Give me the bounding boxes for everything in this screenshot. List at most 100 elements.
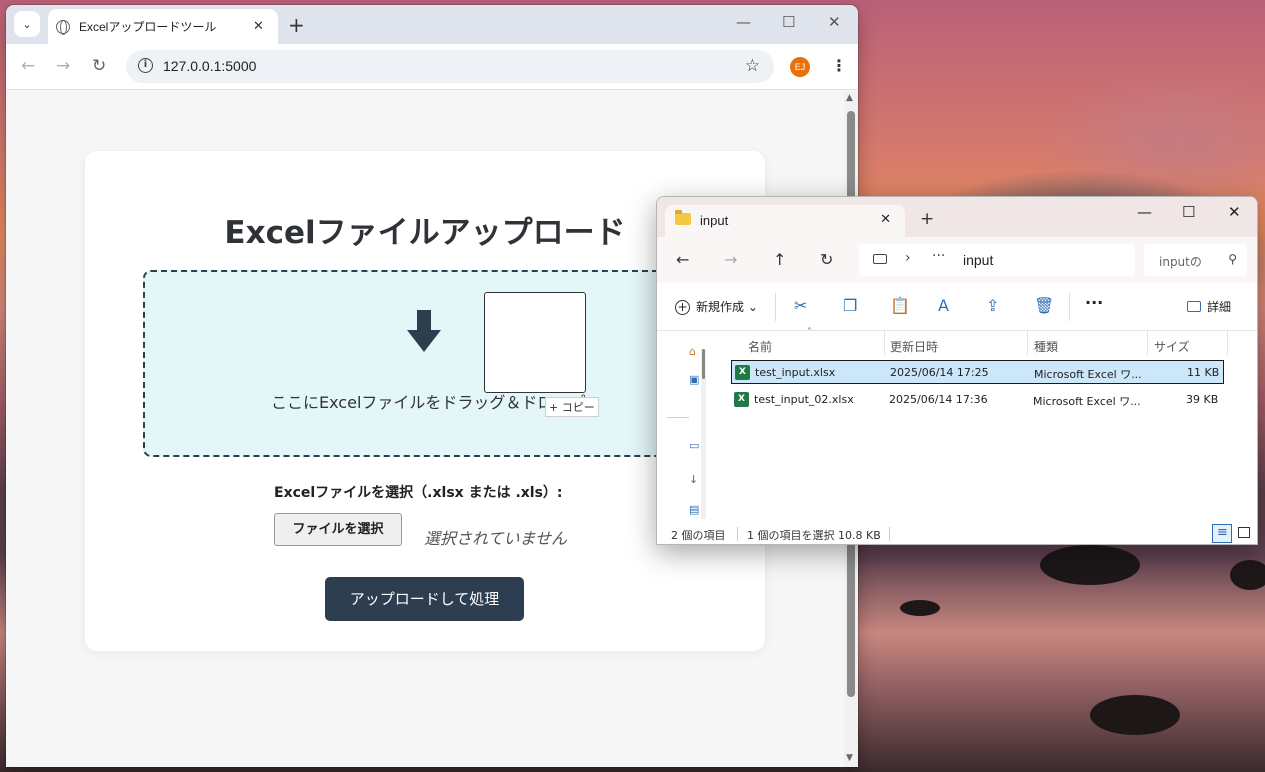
explorer-title-bar: input ✕ + — ☐ ✕ [657,197,1257,237]
new-tab-button[interactable]: + [288,13,305,37]
column-size[interactable]: サイズ [1154,338,1190,355]
navigation-pane: ⌂ ▣ ▭ ↓ ▤ [657,331,714,521]
explorer-status-bar: 2 個の項目 1 個の項目を選択 10.8 KB [657,521,1257,544]
explorer-nav-bar: ← → ↑ ↻ › ··· input inputの ⚲ [657,237,1257,283]
browser-toolbar: ← → ↻ i 127.0.0.1:5000 ☆ EJ ⋮ [6,44,858,90]
sort-ascending-icon: ˄ [807,327,812,338]
details-view-button[interactable] [1212,524,1232,543]
explorer-tab-title: input [700,213,729,228]
details-pane-icon [1187,301,1201,312]
minimize-button[interactable]: — [1137,203,1152,221]
close-window-button[interactable]: ✕ [1228,203,1241,221]
column-name[interactable]: 名前 [748,338,772,355]
browser-menu-icon[interactable]: ⋮ [831,56,847,75]
computer-icon [873,254,887,264]
drag-preview [484,292,586,393]
item-count: 2 個の項目 [671,529,726,542]
home-icon[interactable]: ⌂ [689,345,696,358]
bookmark-star-icon[interactable]: ☆ [745,56,760,76]
desktop-icon[interactable]: ▭ [689,439,699,452]
selection-info: 1 個の項目を選択 10.8 KB [747,529,881,542]
excel-file-icon: X [735,365,750,380]
file-modified: 2025/06/14 17:36 [889,393,988,406]
tiles-view-button[interactable] [1238,527,1250,538]
gallery-icon[interactable]: ▣ [689,373,699,386]
plus-circle-icon: + [675,300,690,315]
close-tab-icon[interactable]: ✕ [880,212,891,227]
file-type: Microsoft Excel ワ... [1034,368,1142,381]
back-button[interactable]: ← [676,250,689,269]
minimize-button[interactable]: — [736,13,751,31]
forward-button[interactable]: → [56,56,70,76]
file-size: 39 KB [1186,393,1219,406]
documents-icon[interactable]: ▤ [689,503,699,516]
cut-icon[interactable]: ✂ [794,296,807,315]
folder-icon [675,210,691,225]
drop-zone[interactable]: ここにExcelファイルをドラッグ＆ドロップ + コピー [143,270,703,457]
choose-file-button[interactable]: ファイルを選択 [274,513,402,546]
file-row[interactable]: X test_input_02.xlsx 2025/06/14 17:36 Mi… [731,388,1224,412]
refresh-button[interactable]: ↻ [820,250,833,269]
upload-button[interactable]: アップロードして処理 [325,577,524,621]
delete-icon[interactable]: 🗑 [1034,296,1054,315]
file-input-label: Excelファイルを選択（.xlsx または .xls）: [274,485,563,501]
explorer-address-bar[interactable]: › ··· input [859,244,1135,276]
downloads-icon[interactable]: ↓ [689,473,698,486]
file-name: test_input.xlsx [755,366,836,379]
column-type[interactable]: 種類 [1034,338,1058,355]
details-label: 詳細 [1207,300,1232,314]
navigation-scrollbar[interactable] [701,349,706,519]
profile-avatar[interactable]: EJ [790,57,810,77]
wallpaper-rock [1230,560,1265,590]
file-explorer-window: input ✕ + — ☐ ✕ ← → ↑ ↻ › ··· input inpu… [656,196,1258,545]
wallpaper-rock [1040,545,1140,585]
excel-file-icon: X [734,392,749,407]
close-window-button[interactable]: ✕ [828,13,841,31]
explorer-command-bar: + 新規作成 ⌄ ✂ ❐ 📋 A ⇪ 🗑 ··· 詳細 [657,283,1257,331]
address-bar[interactable]: i 127.0.0.1:5000 ☆ [126,50,774,83]
site-info-icon[interactable]: i [138,58,153,73]
reload-button[interactable]: ↻ [92,56,106,76]
close-tab-icon[interactable]: ✕ [253,19,264,34]
scroll-up-icon[interactable]: ▲ [846,93,853,103]
explorer-tab[interactable]: input ✕ [665,205,905,237]
wallpaper-rock [1090,695,1180,735]
copy-icon[interactable]: ❐ [843,296,857,315]
new-item-label: 新規作成 [696,300,745,314]
url-text[interactable]: 127.0.0.1:5000 [163,58,256,74]
file-type: Microsoft Excel ワ... [1033,395,1141,408]
explorer-search-input[interactable]: inputの ⚲ [1144,244,1247,276]
file-row[interactable]: X test_input.xlsx 2025/06/14 17:25 Micro… [731,360,1224,384]
file-name: test_input_02.xlsx [754,393,854,406]
forward-button[interactable]: → [724,250,737,269]
share-icon[interactable]: ⇪ [986,296,999,315]
tab-title: Excelアップロードツール [79,20,217,34]
file-status-text: 選択されていません [424,529,568,548]
column-header: ˄ 名前 更新日時 種類 サイズ [727,327,1257,355]
details-pane-button[interactable]: 詳細 [1187,298,1231,315]
more-path-icon[interactable]: ··· [932,248,945,264]
new-item-button[interactable]: + 新規作成 ⌄ [675,298,758,315]
more-options-icon[interactable]: ··· [1085,293,1103,312]
tab-search-button[interactable]: ⌄ [14,11,40,37]
search-icon: ⚲ [1228,252,1237,266]
globe-icon [56,19,70,35]
up-button[interactable]: ↑ [773,250,786,269]
browser-tab[interactable]: Excelアップロードツール ✕ [48,9,278,44]
wallpaper-rock [900,600,940,616]
tab-strip: ⌄ Excelアップロードツール ✕ + — ☐ ✕ [6,5,858,44]
download-arrow-icon [407,310,441,356]
scroll-down-icon[interactable]: ▼ [846,753,853,763]
column-modified[interactable]: 更新日時 [890,338,938,355]
rename-icon[interactable]: A [938,296,949,315]
address-path: input [963,252,994,268]
paste-icon[interactable]: 📋 [890,296,910,315]
maximize-button[interactable]: ☐ [1182,203,1195,221]
search-placeholder: inputの [1159,255,1202,269]
maximize-button[interactable]: ☐ [782,13,795,31]
file-size: 11 KB [1187,366,1220,379]
chevron-down-icon: ⌄ [22,17,32,31]
back-button[interactable]: ← [21,56,35,76]
chevron-right-icon: › [905,250,911,266]
new-tab-button[interactable]: + [920,209,934,229]
